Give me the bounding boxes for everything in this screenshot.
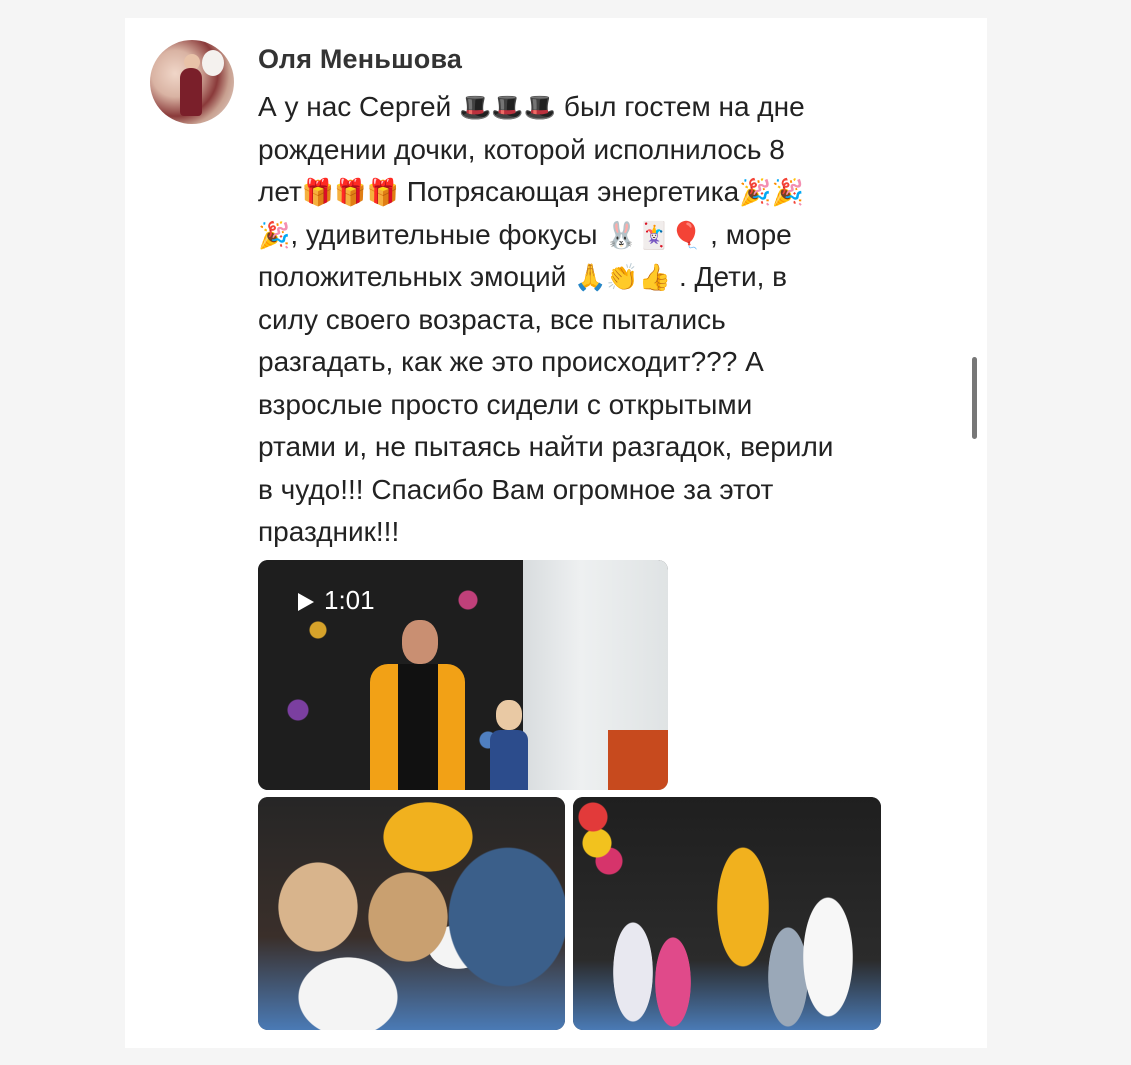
avatar-figure — [180, 68, 202, 116]
comment-line-10: в чудо!!! Спасибо Вам огромное за этот — [258, 473, 774, 505]
child-figure — [486, 700, 532, 790]
comment-line-9: ртами и, не пытаясь найти разгадок, вери… — [258, 431, 834, 462]
party-popper-emoji: 🎉 — [258, 219, 291, 250]
kitchen-counter — [608, 730, 668, 790]
play-icon — [298, 593, 314, 612]
photo-thumbnail-1[interactable] — [258, 797, 565, 1030]
scrollbar[interactable] — [972, 357, 977, 439]
avatar-balloon — [202, 50, 224, 76]
video-duration: 1:01 — [324, 585, 375, 615]
comment-line-11: праздник!!! — [258, 516, 400, 547]
comment-line-1: А у нас Сергей 🎩🎩🎩 был гостем на дне — [258, 91, 805, 122]
party-popper-emoji: 🎉🎉 — [739, 177, 804, 207]
photo-children-with-magician — [258, 797, 565, 1030]
comment-line-8: взрослые просто сидели с открытыми — [258, 388, 753, 420]
comment-line-6: силу своего возраста, все пытались — [258, 303, 726, 335]
photo-group-with-balloons — [573, 797, 881, 1030]
video-thumbnail[interactable]: 1:01 — [258, 560, 668, 790]
magician-figure — [370, 620, 465, 790]
magic-emoji: 🐰🃏🎈 — [605, 219, 703, 250]
comment-line-3: лет🎁🎁🎁 Потрясающая энергетика🎉🎉 — [258, 176, 804, 207]
comment-line-7: разгадать, как же это происходит??? А — [258, 346, 764, 377]
comment-text: А у нас Сергей 🎩🎩🎩 был гостем на дне рож… — [258, 86, 958, 554]
avatar[interactable] — [150, 40, 234, 124]
author-name[interactable]: Оля Меньшова — [258, 44, 462, 75]
comment-line-5: положительных эмоций 🙏👏👍 . Дети, в — [258, 261, 788, 292]
photo-thumbnail-2[interactable] — [573, 797, 881, 1030]
gesture-emoji: 🙏👏👍 — [574, 262, 672, 292]
gift-emoji: 🎁🎁🎁 — [301, 177, 399, 207]
comment-line-4: 🎉, удивительные фокусы 🐰🃏🎈 , море — [258, 218, 792, 250]
video-duration-badge: 1:01 — [286, 584, 387, 616]
comment-line-2: рождении дочки, которой исполнилось 8 — [258, 133, 785, 165]
top-hat-emoji: 🎩🎩🎩 — [459, 92, 557, 122]
